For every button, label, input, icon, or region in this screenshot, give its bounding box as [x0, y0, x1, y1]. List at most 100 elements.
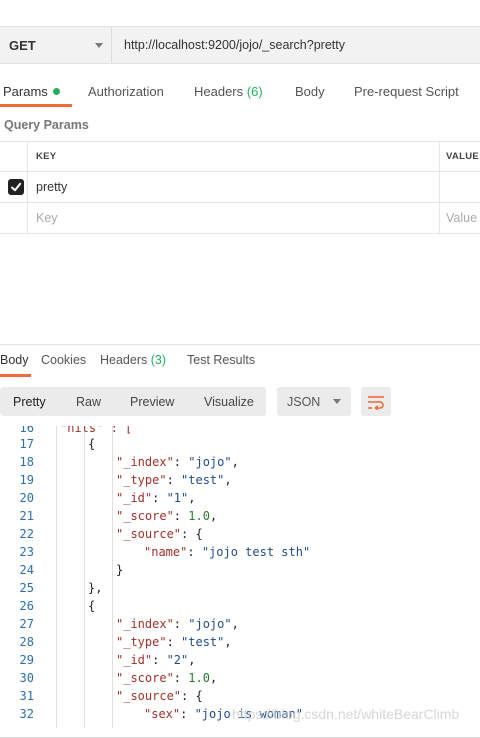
params-table-header: KEY VALUE	[0, 141, 480, 172]
tab-body-label: Body	[295, 84, 325, 99]
code-token: "2"	[166, 653, 189, 667]
code-text: "_index": "jojo",	[116, 615, 239, 633]
tab-headers[interactable]: Headers (6)	[194, 84, 263, 99]
code-token: :	[152, 491, 167, 505]
code-token: "_source"	[116, 689, 182, 703]
code-token: "_source"	[116, 527, 182, 541]
tab-params[interactable]: Params	[3, 84, 60, 99]
request-tabs: Params Authorization Headers (6) Body Pr…	[0, 74, 480, 108]
value-column-header: VALUE	[439, 142, 480, 171]
code-text: "_type": "test",	[116, 633, 232, 651]
code-token: ,	[188, 491, 196, 505]
code-line: 23 "name": "jojo test sth"	[0, 543, 480, 561]
code-text: "_index": "jojo",	[116, 453, 239, 471]
code-line: 17 {	[0, 435, 480, 453]
code-token: {	[88, 437, 96, 451]
active-dot-icon	[52, 88, 60, 95]
param-key-field[interactable]: pretty	[36, 172, 67, 202]
response-tab-cookies-label: Cookies	[41, 353, 87, 367]
response-tab-headers-count: (3)	[150, 353, 167, 367]
code-token: },	[88, 581, 103, 595]
code-text: {	[88, 435, 95, 453]
active-tab-underline	[0, 104, 72, 107]
line-number: 21	[19, 509, 34, 523]
param-value-field[interactable]	[439, 172, 480, 202]
tab-headers-label: Headers	[194, 84, 244, 99]
param-checkbox[interactable]	[8, 179, 24, 195]
code-line: 22 "_source": {	[0, 525, 480, 543]
chevron-down-icon	[95, 42, 103, 48]
code-text: "_source": {	[116, 525, 203, 543]
row-check-cell	[0, 172, 28, 202]
response-tab-test-results-label: Test Results	[187, 353, 256, 367]
code-line: 28 "_type": "test",	[0, 633, 480, 651]
response-tab-body[interactable]: Body	[0, 353, 29, 367]
code-token: "1"	[166, 491, 189, 505]
new-key-input[interactable]: Key	[36, 203, 58, 233]
line-number: 27	[19, 617, 34, 631]
method-select[interactable]: GET	[0, 27, 112, 63]
code-token: ,	[231, 617, 239, 631]
code-token: :	[166, 635, 182, 649]
format-select[interactable]: JSON	[277, 387, 351, 416]
code-token: "test"	[181, 635, 225, 649]
response-active-underline	[0, 374, 31, 377]
code-token: : {	[181, 689, 203, 703]
code-token: ,	[224, 473, 232, 487]
request-bar: GET http://localhost:9200/jojo/_search?p…	[0, 26, 480, 64]
new-value-input[interactable]: Value	[439, 203, 480, 233]
pane-divider[interactable]	[0, 344, 480, 345]
code-token: "name"	[144, 545, 188, 559]
tab-headers-count: (6)	[246, 84, 263, 99]
checkmark-icon	[11, 182, 22, 192]
response-tab-cookies[interactable]: Cookies	[41, 353, 86, 367]
view-raw-button[interactable]: Raw	[76, 387, 101, 416]
line-number: 31	[19, 689, 34, 703]
code-token: "_id"	[116, 653, 153, 667]
line-number: 30	[19, 671, 34, 685]
code-line: 26 {	[0, 597, 480, 615]
code-token: ,	[231, 455, 239, 469]
line-number: 28	[19, 635, 34, 649]
code-token: :	[166, 473, 182, 487]
query-params-title: Query Params	[4, 118, 89, 132]
tab-params-label: Params	[3, 84, 48, 99]
line-number: 18	[19, 455, 34, 469]
code-line: 30 "_score": 1.0,	[0, 669, 480, 687]
code-line: 20 "_id": "1",	[0, 489, 480, 507]
code-token: "_type"	[116, 635, 167, 649]
response-body-code[interactable]: 16 "hits" : [17{18 "_index": "jojo", 19 "_ty…	[0, 426, 480, 728]
code-text: },	[88, 579, 102, 597]
table-row: pretty	[0, 172, 480, 203]
code-token: "_id"	[116, 491, 153, 505]
response-tab-headers[interactable]: Headers (3)	[100, 353, 166, 367]
tab-body[interactable]: Body	[295, 84, 325, 99]
code-line: 29 "_id": "2",	[0, 651, 480, 669]
tab-pre-request-script[interactable]: Pre-request Script	[354, 84, 459, 99]
code-token: : {	[181, 527, 203, 541]
code-token: ,	[209, 509, 218, 523]
code-token: :	[173, 455, 189, 469]
code-token: "_score"	[116, 671, 174, 685]
code-token: ,	[209, 671, 218, 685]
view-pretty-button[interactable]: Pretty	[13, 387, 46, 416]
line-number: 23	[19, 545, 34, 559]
code-token: 1.0	[188, 509, 210, 523]
top-cropped-strip	[0, 0, 480, 26]
url-input[interactable]: http://localhost:9200/jojo/_search?prett…	[112, 38, 345, 52]
tab-pre-request-script-label: Pre-request Script	[354, 84, 459, 99]
line-number: 26	[19, 599, 34, 613]
line-number: 19	[19, 473, 34, 487]
code-token: "_type"	[116, 473, 167, 487]
code-token: "_index"	[116, 617, 174, 631]
tab-authorization[interactable]: Authorization	[88, 84, 164, 99]
view-visualize-button[interactable]: Visualize	[204, 387, 254, 416]
check-column-header	[0, 142, 28, 171]
wrap-lines-button[interactable]	[361, 387, 391, 416]
code-line: 27 "_index": "jojo",	[0, 615, 480, 633]
code-token: "jojo"	[188, 455, 232, 469]
code-token: "jojo test sth"	[201, 545, 311, 559]
method-label: GET	[9, 37, 36, 53]
view-preview-button[interactable]: Preview	[130, 387, 174, 416]
response-tab-test-results[interactable]: Test Results	[187, 353, 255, 367]
